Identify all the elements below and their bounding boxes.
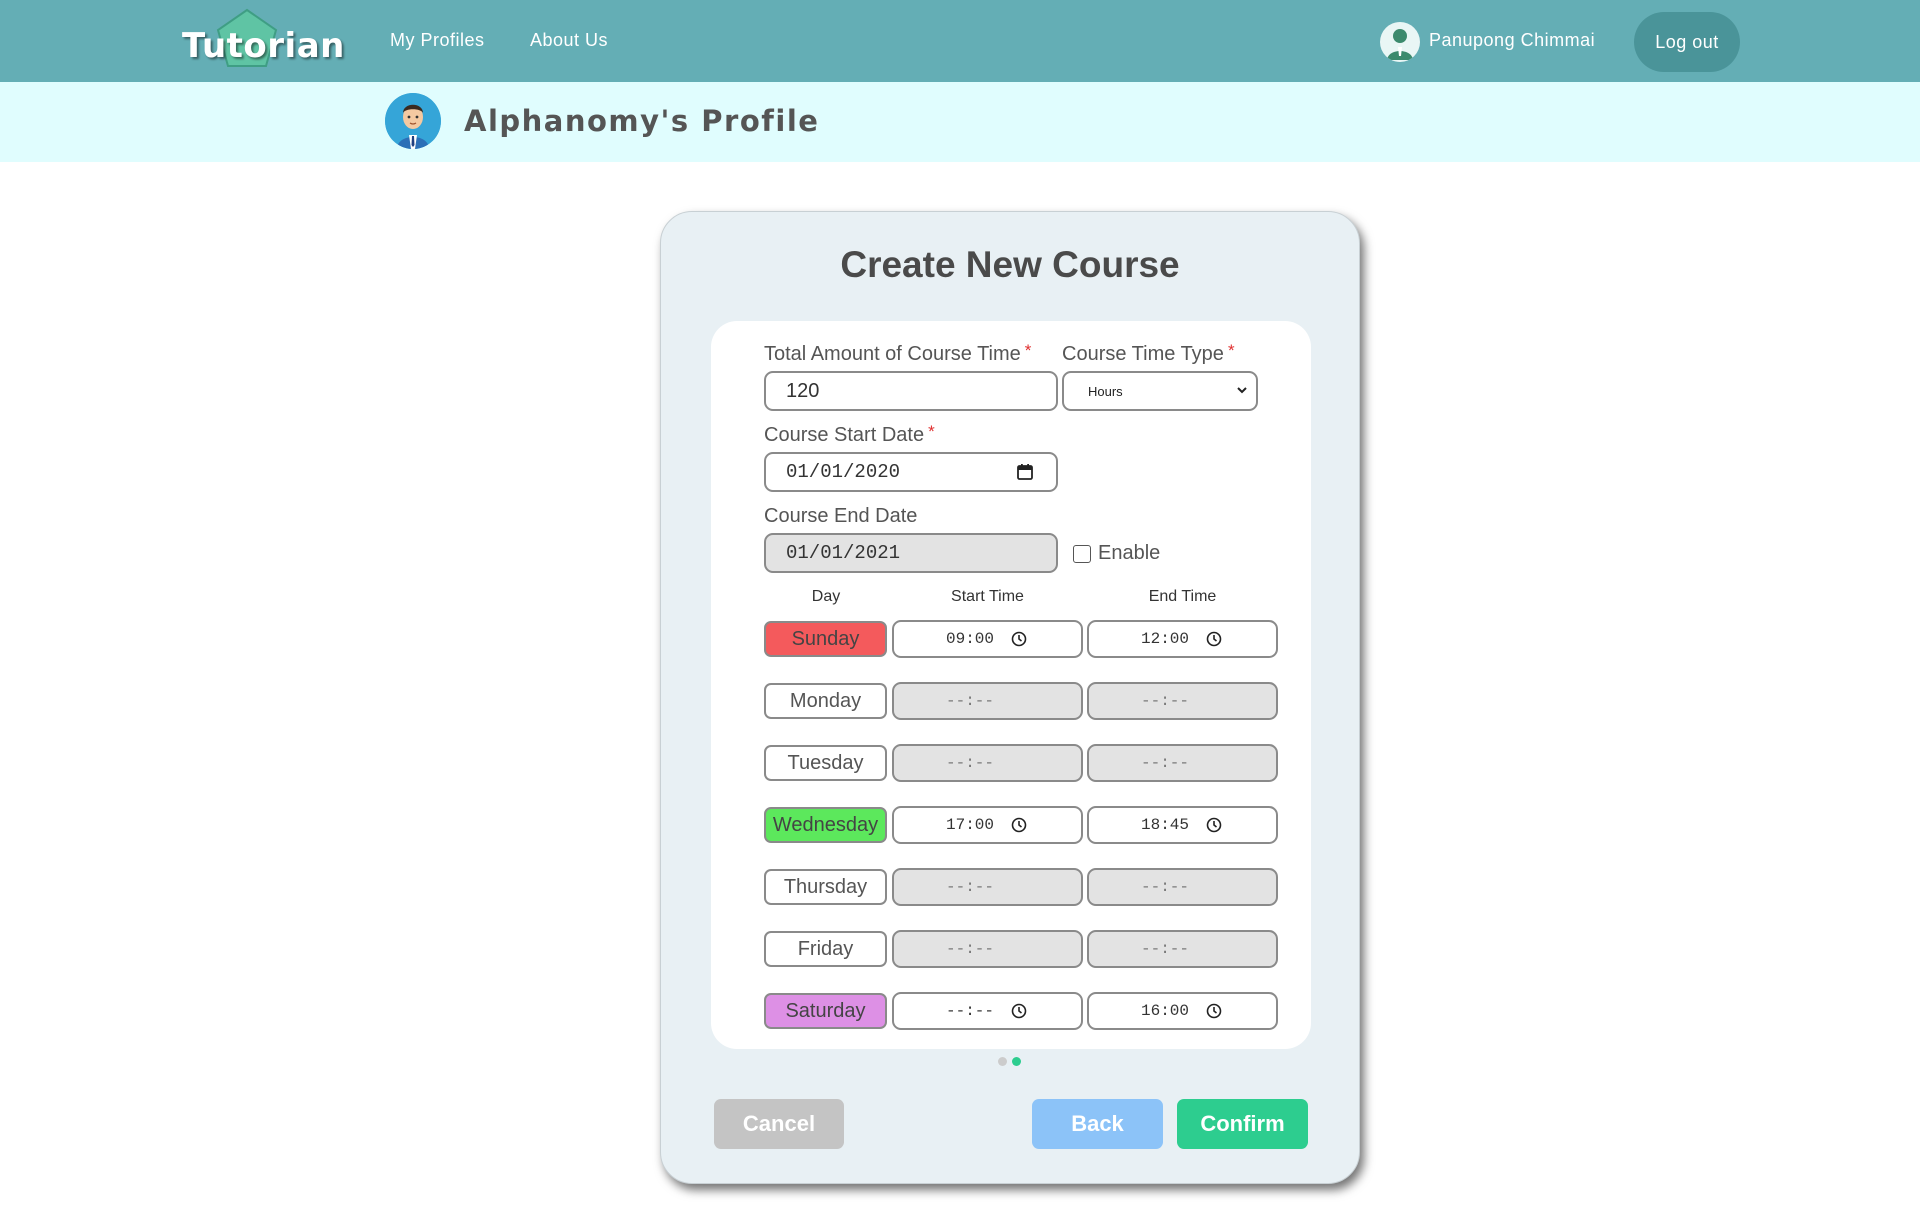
monday-end-time[interactable]: --:-- xyxy=(1087,682,1278,720)
clock-icon xyxy=(1011,631,1027,647)
day-button-wednesday[interactable]: Wednesday xyxy=(764,807,887,843)
clock-icon xyxy=(1206,1003,1222,1019)
wednesday-end-time[interactable]: 18:45 xyxy=(1087,806,1278,844)
thursday-start-time[interactable]: --:-- xyxy=(892,868,1083,906)
day-button-thursday[interactable]: Thursday xyxy=(764,869,887,905)
user-name[interactable]: Panupong Chimmai xyxy=(1429,30,1595,51)
start-date-label: Course Start Date * xyxy=(764,422,935,446)
saturday-start-time[interactable]: --:-- xyxy=(892,992,1083,1030)
sunday-start-value: 09:00 xyxy=(946,630,995,648)
clock-icon xyxy=(1206,817,1222,833)
clock-icon xyxy=(1011,817,1027,833)
cancel-button[interactable]: Cancel xyxy=(714,1099,844,1149)
page-dot-1[interactable] xyxy=(998,1057,1007,1066)
profile-title: Alphanomy's Profile xyxy=(464,104,820,138)
profile-header xyxy=(0,82,1920,162)
saturday-start-value: --:-- xyxy=(946,1002,995,1020)
total-time-label: Total Amount of Course Time * xyxy=(764,341,1032,365)
day-button-monday[interactable]: Monday xyxy=(764,683,887,719)
enable-label: Enable xyxy=(1098,542,1161,564)
wednesday-start-time[interactable]: 17:00 xyxy=(892,806,1083,844)
saturday-end-time[interactable]: 16:00 xyxy=(1087,992,1278,1030)
chevron-down-icon xyxy=(1237,387,1247,394)
back-button[interactable]: Back xyxy=(1032,1099,1163,1149)
logo-text: Tutorian xyxy=(182,26,345,66)
tutorian-logo[interactable]: Tutorian xyxy=(178,8,344,74)
day-button-tuesday[interactable]: Tuesday xyxy=(764,745,887,781)
nav-my-profiles[interactable]: My Profiles xyxy=(390,30,485,51)
start-date-input[interactable]: 01/01/2020 xyxy=(764,452,1058,492)
modal-title: Create New Course xyxy=(840,244,1180,285)
create-course-modal: Create New Course Total Amount of Course… xyxy=(660,211,1360,1184)
nav-about-us[interactable]: About Us xyxy=(530,30,608,51)
user-icon xyxy=(1387,29,1413,60)
user-avatar[interactable] xyxy=(1380,22,1420,62)
clock-icon xyxy=(1206,631,1222,647)
end-date-input[interactable]: 01/01/2021 xyxy=(764,533,1058,573)
clock-icon xyxy=(1011,1003,1027,1019)
time-type-label: Course Time Type * xyxy=(1062,341,1235,365)
profile-avatar xyxy=(385,93,441,149)
end-time-column-header: End Time xyxy=(1148,588,1217,605)
page-dot-2-active[interactable] xyxy=(1012,1057,1021,1066)
confirm-button[interactable]: Confirm xyxy=(1177,1099,1308,1149)
enable-checkbox[interactable] xyxy=(1073,545,1091,563)
start-date-value: 01/01/2020 xyxy=(786,461,901,483)
sunday-start-time[interactable]: 09:00 xyxy=(892,620,1083,658)
wednesday-start-value: 17:00 xyxy=(946,816,995,834)
monday-start-time[interactable]: --:-- xyxy=(892,682,1083,720)
saturday-end-value: 16:00 xyxy=(1141,1002,1190,1020)
end-date-label: Course End Date xyxy=(764,505,918,527)
calendar-icon[interactable] xyxy=(1016,463,1034,481)
day-button-saturday[interactable]: Saturday xyxy=(764,993,887,1029)
friday-end-time[interactable]: --:-- xyxy=(1087,930,1278,968)
thursday-end-time[interactable]: --:-- xyxy=(1087,868,1278,906)
course-form: Total Amount of Course Time * Course Time… xyxy=(711,321,1311,1049)
logout-button[interactable]: Log out xyxy=(1634,12,1740,72)
tuesday-end-time[interactable]: --:-- xyxy=(1087,744,1278,782)
time-type-select[interactable]: Hours xyxy=(1062,371,1258,411)
day-button-sunday[interactable]: Sunday xyxy=(764,621,887,657)
friday-start-time[interactable]: --:-- xyxy=(892,930,1083,968)
start-time-column-header: Start Time xyxy=(951,588,1024,605)
day-button-friday[interactable]: Friday xyxy=(764,931,887,967)
sunday-end-value: 12:00 xyxy=(1141,630,1190,648)
sunday-end-time[interactable]: 12:00 xyxy=(1087,620,1278,658)
wednesday-end-value: 18:45 xyxy=(1141,816,1190,834)
tuesday-start-time[interactable]: --:-- xyxy=(892,744,1083,782)
top-navbar: Tutorian My Profiles About Us Panupong C… xyxy=(0,0,1920,82)
day-column-header: Day xyxy=(811,588,841,605)
total-time-input[interactable]: 120 xyxy=(764,371,1058,411)
tutor-avatar-icon xyxy=(385,93,441,149)
time-type-value: Hours xyxy=(1088,383,1123,399)
